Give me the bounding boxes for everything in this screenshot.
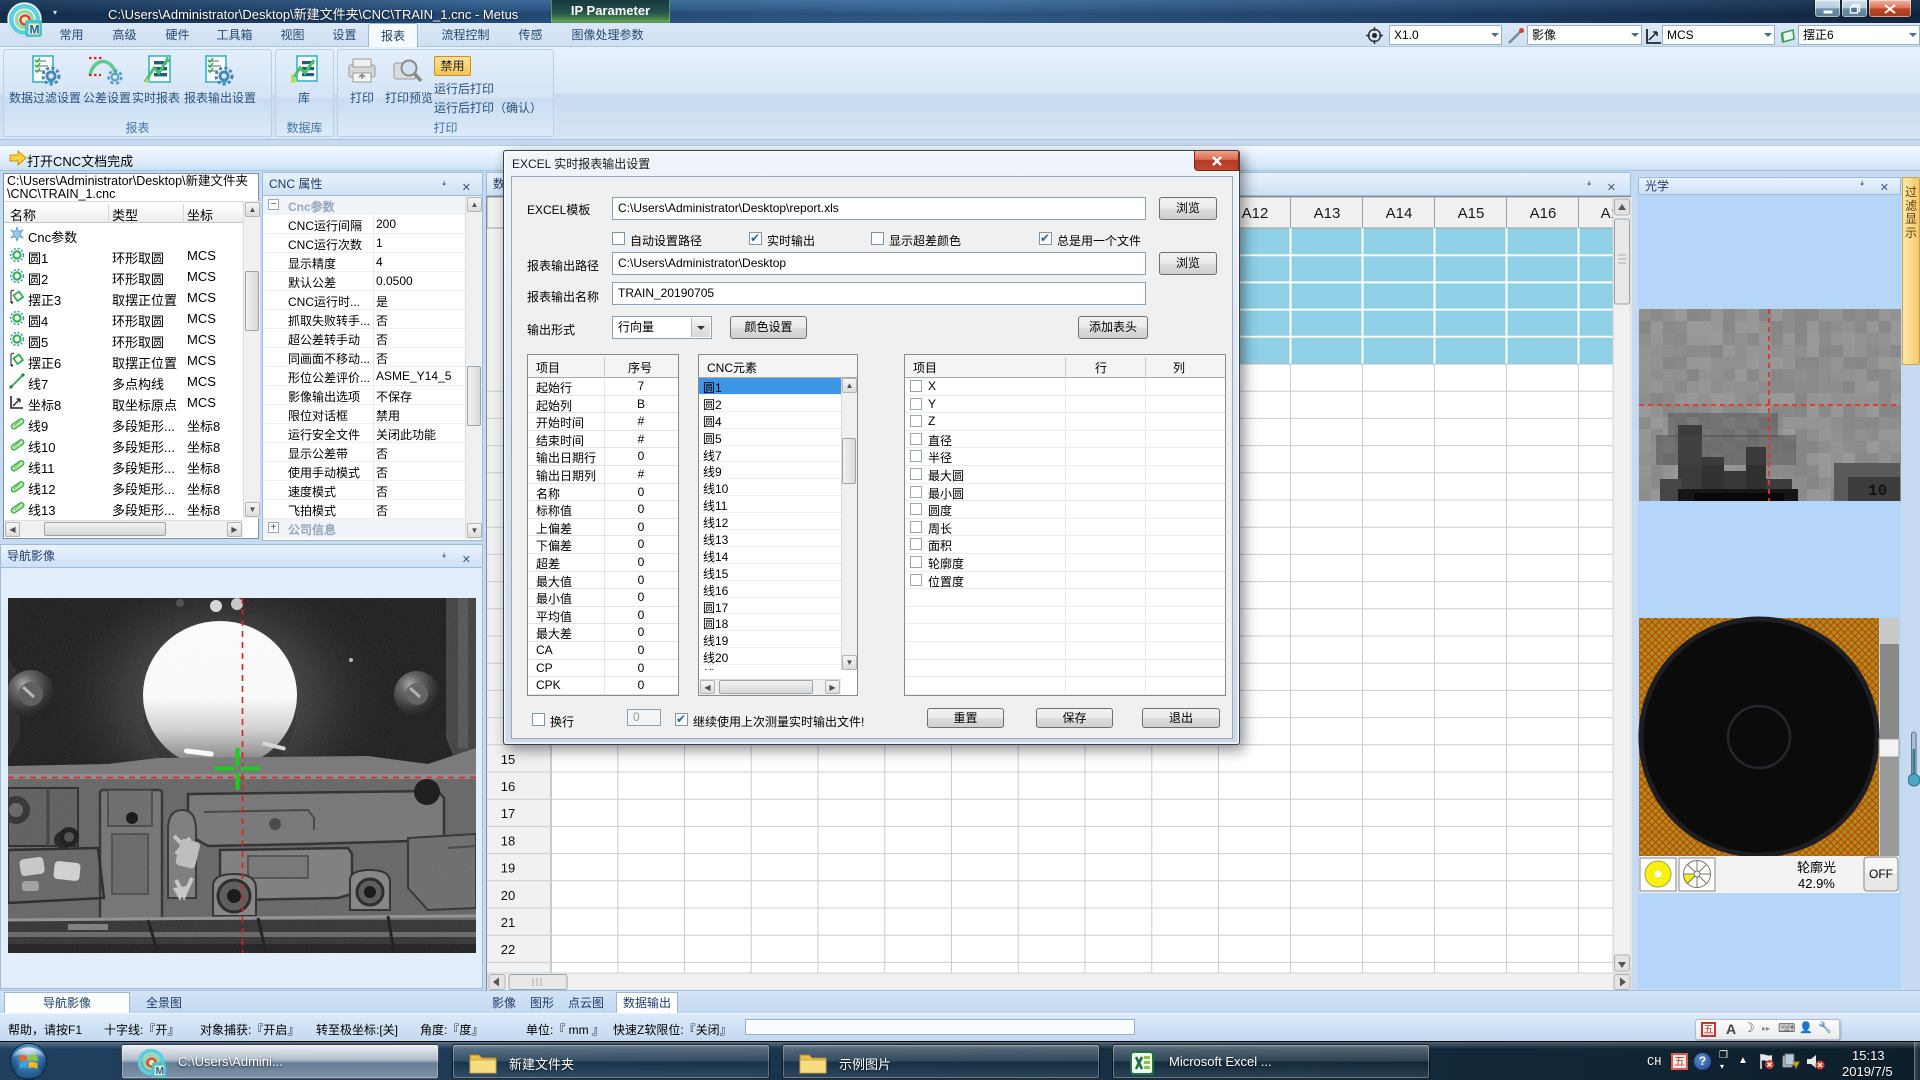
svg-text:10: 10 [1868, 482, 1887, 500]
svg-text:21: 21 [501, 915, 515, 930]
svg-text:22: 22 [501, 942, 515, 957]
svg-text:A16: A16 [1530, 205, 1557, 222]
svg-text:A14: A14 [1386, 205, 1413, 222]
svg-text:A15: A15 [1458, 205, 1485, 222]
svg-text:17: 17 [501, 806, 515, 821]
svg-text:M: M [30, 23, 40, 37]
svg-text:20: 20 [501, 888, 515, 903]
svg-text:OFF: OFF [1869, 867, 1893, 881]
svg-text:M: M [155, 1066, 164, 1077]
svg-text:19: 19 [501, 861, 515, 876]
svg-text:A13: A13 [1314, 205, 1341, 222]
svg-text:轮廓光: 轮廓光 [1797, 860, 1836, 875]
svg-text:16: 16 [501, 779, 515, 794]
svg-text:42.9%: 42.9% [1798, 876, 1835, 891]
svg-text:18: 18 [501, 833, 515, 848]
svg-text:15: 15 [501, 752, 515, 767]
svg-text:A12: A12 [1242, 205, 1269, 222]
